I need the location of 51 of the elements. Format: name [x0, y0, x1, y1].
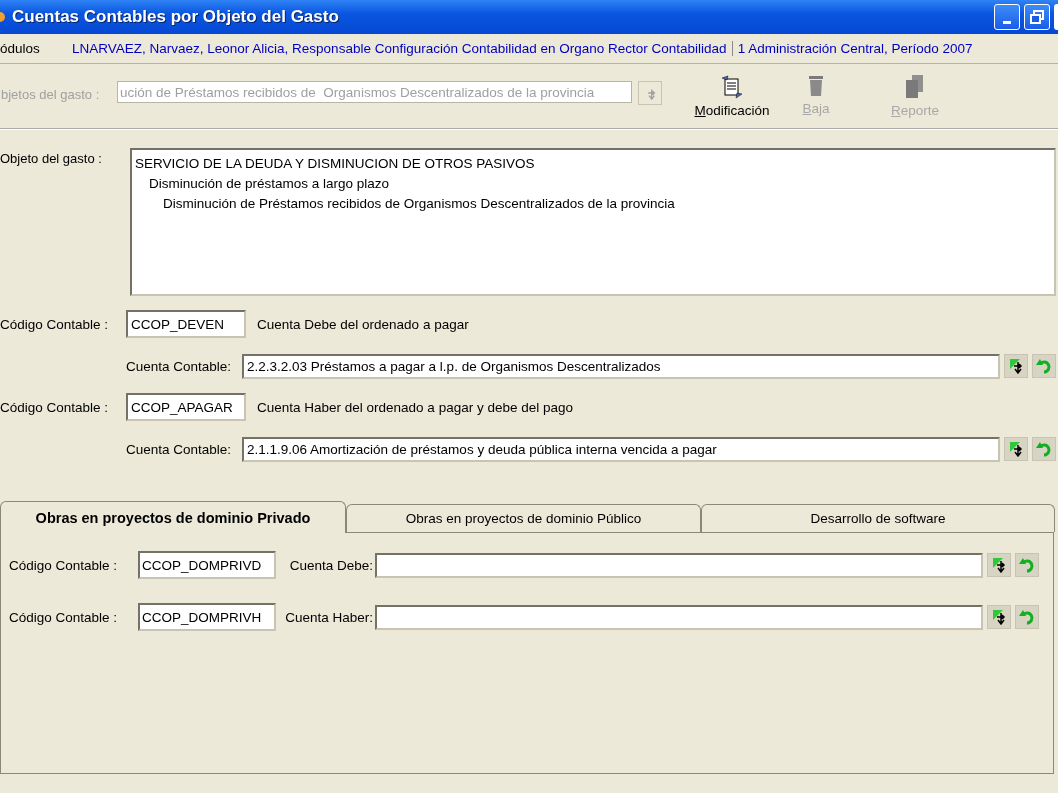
- account-description: Cuenta Haber del ordenado a pagar y debe del pago: [257, 399, 573, 415]
- code-field[interactable]: CCOP_DOMPRIVD: [138, 551, 276, 579]
- account-field[interactable]: [375, 552, 983, 578]
- restore-icon: [1030, 10, 1044, 24]
- field-label: Cuenta Contable:: [126, 358, 233, 374]
- trash-can-icon: [807, 74, 825, 98]
- field-label: Código Contable :: [9, 557, 119, 573]
- field-label: Objeto del gasto :: [0, 150, 103, 168]
- minimize-button[interactable]: [994, 4, 1020, 30]
- account-field[interactable]: 2.2.3.2.03 Préstamos a pagar a l.p. de Organismos Descentralizados: [242, 353, 1000, 379]
- organization-info: 1 Administración Central, Período 2007: [736, 41, 973, 56]
- field-label: Cuenta Debe:: [288, 557, 374, 573]
- modules-menu[interactable]: ódulos: [0, 41, 72, 56]
- tab[interactable]: Desarrollo de software: [701, 504, 1055, 532]
- field-label: Código Contable :: [0, 316, 110, 332]
- tab[interactable]: Obras en proyectos de dominio Público: [346, 504, 701, 532]
- undo-arrow-icon: [1036, 358, 1052, 374]
- undo-arrow-icon: [1019, 609, 1035, 625]
- app-icon: [0, 12, 6, 22]
- user-info: LNARVAEZ, Narvaez, Leonor Alicia, Responsable Configuración Contabilidad en Organo Rector Contabilidad: [72, 41, 733, 56]
- tree-item: SERVICIO DE LA DEUDA Y DISMINUCION DE OTROS PASIVOS: [135, 155, 536, 173]
- select-account-button[interactable]: [1004, 354, 1028, 378]
- restore-button[interactable]: [1024, 4, 1050, 30]
- select-arrow-icon: [991, 609, 1007, 625]
- select-arrow-icon: [1008, 358, 1024, 374]
- code-field[interactable]: CCOP_DEVEN: [126, 310, 246, 338]
- search-label: bjetos del gasto :: [1, 86, 101, 102]
- field-label: Código Contable :: [0, 399, 110, 415]
- select-arrow-icon: [1008, 441, 1024, 457]
- document-arrows-icon: [720, 74, 744, 100]
- select-account-button[interactable]: [987, 605, 1011, 629]
- undo-arrow-icon: [1019, 557, 1035, 573]
- tree-item: Disminución de Préstamos recibidos de Organismos Descentralizados de la provincia: [162, 195, 676, 213]
- code-field[interactable]: CCOP_APAGAR: [126, 393, 246, 421]
- minimize-icon: [1003, 20, 1011, 24]
- field-label: Código Contable :: [9, 609, 119, 625]
- select-account-button[interactable]: [1004, 437, 1028, 461]
- undo-arrow-icon: [1036, 441, 1052, 457]
- tree-item: Disminución de préstamos a largo plazo: [148, 175, 391, 193]
- account-field[interactable]: [375, 604, 983, 630]
- tab[interactable]: Obras en proyectos de dominio Privado: [0, 501, 346, 533]
- code-field[interactable]: CCOP_DOMPRIVH: [138, 603, 276, 631]
- select-account-button[interactable]: [987, 553, 1011, 577]
- field-label: Cuenta Contable:: [126, 441, 233, 457]
- field-label: Cuenta Haber:: [284, 609, 374, 625]
- window-title: Cuentas Contables por Objeto del Gasto: [12, 7, 340, 27]
- account-description: Cuenta Debe del ordenado a pagar: [257, 316, 469, 332]
- account-field[interactable]: 2.1.1.9.06 Amortización de préstamos y deuda pública interna vencida a pagar: [242, 436, 1000, 462]
- toolbar-button[interactable]: Modificación: [682, 74, 782, 118]
- select-arrow-icon: [991, 557, 1007, 573]
- expense-object-box[interactable]: SERVICIO DE LA DEUDA Y DISMINUCION DE OTROS PASIVOS Disminución de préstamos a largo plazo Disminución de Préstamos recibidos de Organismos Descentralizados de la provincia: [130, 148, 1056, 296]
